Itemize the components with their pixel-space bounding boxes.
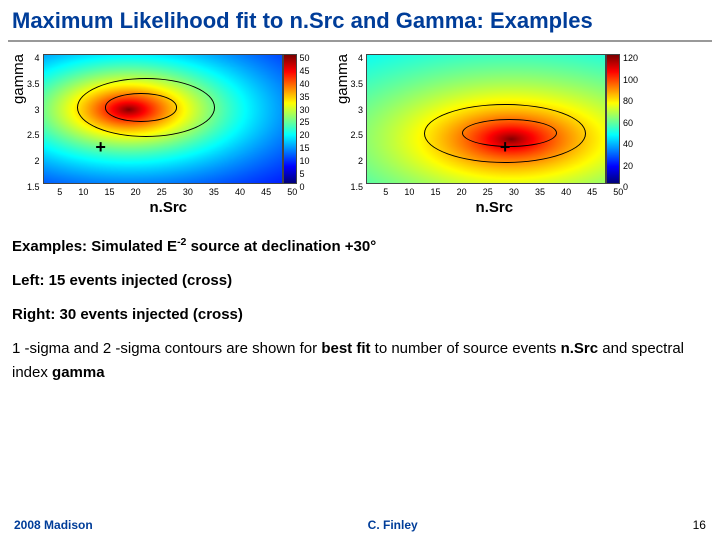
right-ylabel: gamma [332,54,351,128]
body-text: Examples: Simulated E-2 source at declin… [0,220,720,385]
left-panel: gamma 43.532.521.5 + 5045403530252015105… [8,54,310,216]
left-xlabel: n.Src [150,199,188,216]
left-ylabel: gamma [8,54,27,128]
desc-right: Right: 30 events injected (cross) [12,303,708,327]
right-panel: gamma 43.532.521.5 + 120100806040200 510… [332,54,639,216]
left-heatmap: + [43,54,283,184]
right-colorbar [606,54,620,184]
right-xticks: 5101520253035404550 [383,184,623,197]
right-cticks: 120100806040200 [620,54,638,184]
desc-examples: Examples: Simulated E-2 source at declin… [12,234,708,259]
footer: 2008 Madison C. Finley 16 [0,518,720,532]
footer-page: 16 [693,518,706,532]
left-cticks: 50454035302520151050 [297,54,310,184]
right-heatmap: + [366,54,606,184]
left-yticks: 43.532.521.5 [27,54,43,184]
left-colorbar [283,54,297,184]
charts-container: gamma 43.532.521.5 + 5045403530252015105… [0,42,720,220]
left-xticks: 5101520253035404550 [57,184,297,197]
right-yticks: 43.532.521.5 [351,54,367,184]
left-contour-1sigma [105,93,176,121]
desc-contours: 1 -sigma and 2 -sigma contours are shown… [12,337,708,385]
right-xlabel: n.Src [476,199,514,216]
footer-venue: 2008 Madison [14,518,93,532]
footer-author: C. Finley [368,518,418,532]
page-title: Maximum Likelihood fit to n.Src and Gamm… [0,0,720,40]
desc-left: Left: 15 events injected (cross) [12,269,708,293]
